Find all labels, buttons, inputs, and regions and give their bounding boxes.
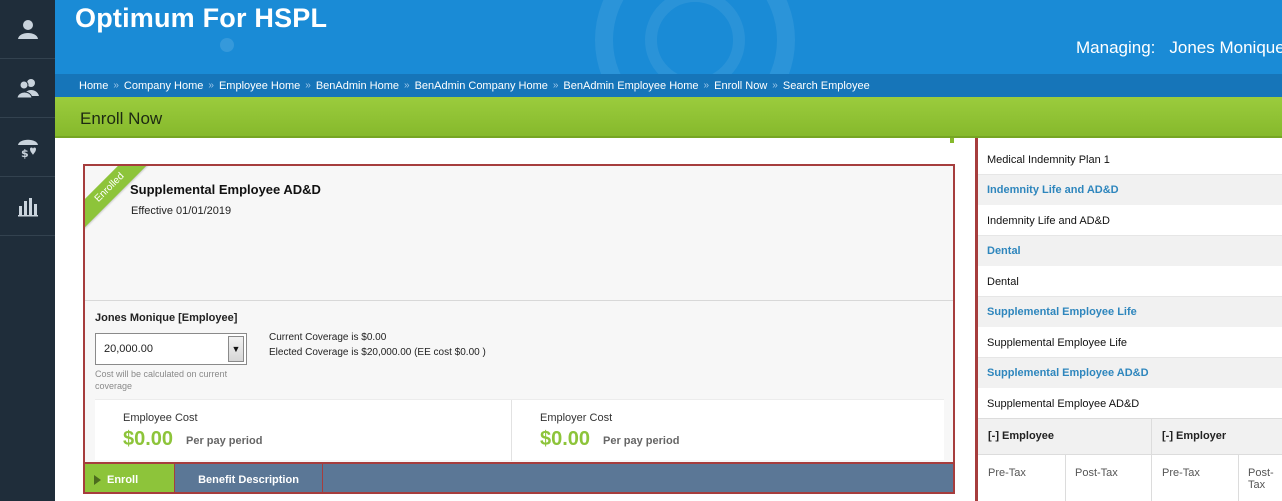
employee-cost-label: Employee Cost: [123, 412, 198, 424]
nav-benefits[interactable]: $: [0, 118, 55, 177]
current-coverage: Current Coverage is $0.00: [269, 332, 387, 343]
breadcrumb-enroll-now[interactable]: Enroll Now: [714, 80, 767, 92]
plan-list-item[interactable]: Supplemental Employee AD&D: [978, 389, 1282, 419]
breadcrumb-benadmin-company-home[interactable]: BenAdmin Company Home: [415, 80, 548, 92]
breadcrumb-home[interactable]: Home: [79, 80, 108, 92]
main-content: Enrolled Supplemental Employee AD&D Effe…: [55, 138, 977, 501]
managing-label: Managing:: [1076, 38, 1156, 57]
plan-list-item[interactable]: Supplemental Employee Life: [978, 328, 1282, 358]
benefits-umbrella-icon: $: [17, 139, 38, 159]
people-icon: [15, 79, 39, 99]
employee-cost-period: Per pay period: [186, 435, 263, 447]
breadcrumb-company-home[interactable]: Company Home: [124, 80, 203, 92]
plan-category-header: Dental: [978, 236, 1282, 266]
employer-collapse-toggle[interactable]: [-] Employer: [1162, 430, 1226, 442]
app-header: Optimum For HSPL Managing: Jones Monique …: [55, 0, 1282, 97]
reports-chart-icon: [17, 198, 38, 217]
plan-name: Supplemental Employee AD&D: [130, 182, 321, 197]
card-divider: [85, 300, 953, 301]
breadcrumb-benadmin-employee-home[interactable]: BenAdmin Employee Home: [563, 80, 698, 92]
nav-reports[interactable]: [0, 177, 55, 236]
enroll-button[interactable]: Enroll: [85, 464, 175, 492]
managing-name[interactable]: Jones Monique: [1169, 38, 1282, 57]
nav-employee[interactable]: [0, 0, 55, 59]
employer-cost-amount: $0.00: [540, 428, 591, 450]
coverage-amount-value: 20,000.00: [104, 343, 153, 355]
plan-summary-panel: Medical Indemnity Plan 1 Indemnity Life …: [975, 138, 1282, 501]
svg-text:$: $: [21, 147, 29, 159]
app-title: Optimum For HSPL: [75, 3, 328, 33]
page-title-bar: Enroll Now: [55, 97, 1282, 138]
table-divider: [1065, 454, 1066, 501]
enrolled-ribbon: Enrolled: [85, 166, 156, 234]
coverage-hint: Cost will be calculated on current cover…: [95, 369, 228, 391]
accent-marker: [950, 138, 954, 143]
employer-cost-section: Employer Cost $0.00 Per pay period: [511, 400, 927, 461]
employer-posttax-header: Post-Tax: [1248, 467, 1274, 491]
plan-list-item[interactable]: Dental: [978, 267, 1282, 297]
employee-collapse-toggle[interactable]: [-] Employee: [988, 430, 1054, 442]
plan-list-item[interactable]: Indemnity Life and AD&D: [978, 206, 1282, 236]
table-divider: [1151, 418, 1152, 501]
managing-indicator: Managing: Jones Monique: [1076, 38, 1282, 58]
employee-cost-section: Employee Cost $0.00 Per pay period: [95, 400, 511, 461]
summary-table-header: [-] Employee [-] Employer: [978, 418, 1282, 454]
enroll-button-label: Enroll: [107, 474, 139, 486]
member-name: Jones Monique [Employee]: [95, 312, 238, 324]
plan-category-header: Supplemental Employee Life: [978, 297, 1282, 327]
breadcrumb-separator: »: [208, 80, 214, 91]
employer-pretax-header: Pre-Tax: [1162, 467, 1200, 479]
plan-card: Enrolled Supplemental Employee AD&D Effe…: [83, 164, 955, 494]
coverage-info: Current Coverage is $0.00 Elected Covera…: [269, 330, 486, 360]
employee-pretax-header: Pre-Tax: [988, 467, 1026, 479]
employer-cost-label: Employer Cost: [540, 412, 613, 424]
benefit-description-button[interactable]: Benefit Description: [175, 464, 323, 492]
card-action-bar: Enroll Benefit Description: [85, 462, 953, 492]
person-icon: [17, 20, 38, 39]
cost-panel: Employee Cost $0.00 Per pay period Emplo…: [95, 399, 944, 461]
breadcrumb-separator: »: [404, 80, 410, 91]
employee-cost-amount: $0.00: [123, 428, 174, 450]
employer-cost-period: Per pay period: [603, 435, 680, 447]
chevron-down-icon[interactable]: ▼: [228, 336, 244, 362]
breadcrumb-separator: »: [305, 80, 311, 91]
plan-list-item[interactable]: Medical Indemnity Plan 1: [978, 145, 1282, 175]
employee-posttax-header: Post-Tax: [1075, 467, 1118, 479]
breadcrumb: Home » Company Home » Employee Home » Be…: [55, 74, 1282, 97]
plan-effective-date: Effective 01/01/2019: [131, 205, 232, 217]
breadcrumb-separator: »: [552, 80, 559, 91]
page-title: Enroll Now: [80, 109, 163, 128]
table-divider: [1238, 454, 1239, 501]
play-arrow-icon: [94, 475, 101, 485]
plan-category-header: Indemnity Life and AD&D: [978, 175, 1282, 205]
breadcrumb-separator: »: [113, 80, 119, 91]
summary-table-subheader: Pre-Tax Post-Tax Pre-Tax Post-Tax: [978, 454, 1282, 491]
coverage-amount-select[interactable]: 20,000.00 ▼: [95, 333, 247, 365]
nav-employees[interactable]: [0, 59, 55, 118]
breadcrumb-separator: »: [703, 80, 710, 91]
breadcrumb-benadmin-home[interactable]: BenAdmin Home: [316, 80, 399, 92]
breadcrumb-employee-home[interactable]: Employee Home: [219, 80, 300, 92]
breadcrumb-search-employee[interactable]: Search Employee: [783, 80, 870, 92]
plan-category-header: Supplemental Employee AD&D: [978, 358, 1282, 388]
breadcrumb-separator: »: [772, 80, 778, 91]
elected-coverage: Elected Coverage is $20,000.00 (EE cost …: [269, 347, 486, 358]
side-nav: $: [0, 0, 55, 501]
header-decoration-dot: [220, 38, 234, 52]
